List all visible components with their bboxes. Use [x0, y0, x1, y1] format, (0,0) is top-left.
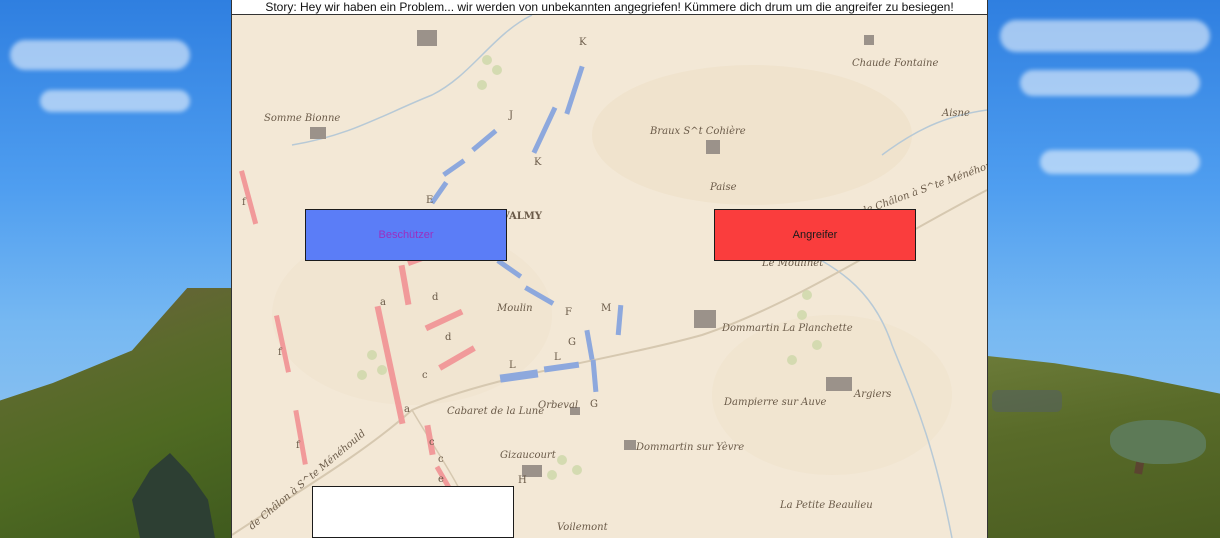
map-marker: G [590, 399, 598, 410]
map-label-voilemont: Voilemont [557, 522, 609, 533]
map-label-argiers: Argiers [853, 389, 891, 400]
map-marker: K [534, 157, 542, 168]
map-marker: H [518, 475, 527, 486]
map-label-somme-bionne: Somme Bionne [264, 113, 340, 124]
map-marker: J [508, 110, 513, 121]
map-label-dommartin-planchette: Dommartin La Planchette [721, 323, 853, 334]
map-label-aisne: Aisne [941, 108, 970, 119]
map-label-moulin: Moulin [496, 303, 533, 314]
map-marker: L [554, 352, 561, 363]
cloud [1000, 20, 1210, 52]
map-marker: c [422, 370, 428, 381]
battle-map: Somme Bionne Braux S^t Cohière Chaude Fo… [232, 15, 987, 538]
cloud [10, 40, 190, 70]
cloud [1040, 150, 1200, 174]
map-label-paise: Paise [709, 182, 737, 193]
map-label-chaude-fontaine: Chaude Fontaine [852, 58, 938, 69]
map-marker: L [509, 360, 516, 371]
map-label-valmy: VALMY [501, 211, 543, 222]
map-marker: c [429, 437, 435, 448]
map-marker: c [438, 454, 444, 465]
attacker-button[interactable]: Angreifer [714, 209, 916, 261]
map-label-dommartin-yevre: Dommartin sur Yèvre [635, 442, 744, 453]
map-marker: a [380, 297, 386, 308]
defender-button[interactable]: Beschützer [305, 209, 507, 261]
map-marker: a [404, 404, 410, 415]
map-marker: e [438, 474, 444, 485]
map-label-la-petite-beaulieu: La Petite Beaulieu [779, 500, 873, 511]
terrain-shadow [992, 390, 1062, 412]
map-marker: K [579, 37, 587, 48]
story-panel: Somme Bionne Braux S^t Cohière Chaude Fo… [231, 0, 988, 538]
map-marker: d [432, 292, 439, 303]
map-marker: G [568, 337, 576, 348]
map-label-cabaret: Cabaret de la Lune [447, 406, 544, 417]
defender-button-label: Beschützer [378, 229, 434, 241]
map-marker: E [426, 195, 433, 206]
cloud [1020, 70, 1200, 96]
tree-right-icon [1110, 420, 1206, 464]
map-label-dampierre: Dampierre sur Auve [723, 397, 826, 408]
cloud [40, 90, 190, 112]
map-marker: M [601, 303, 611, 314]
text-input-box[interactable] [312, 486, 514, 538]
attacker-button-label: Angreifer [792, 229, 838, 241]
map-label-braux: Braux S^t Cohière [649, 126, 746, 137]
map-marker: d [445, 332, 452, 343]
map-marker: F [565, 307, 572, 318]
story-text: Story: Hey wir haben ein Problem... wir … [232, 0, 987, 15]
map-label-gizaucourt: Gizaucourt [500, 450, 557, 461]
